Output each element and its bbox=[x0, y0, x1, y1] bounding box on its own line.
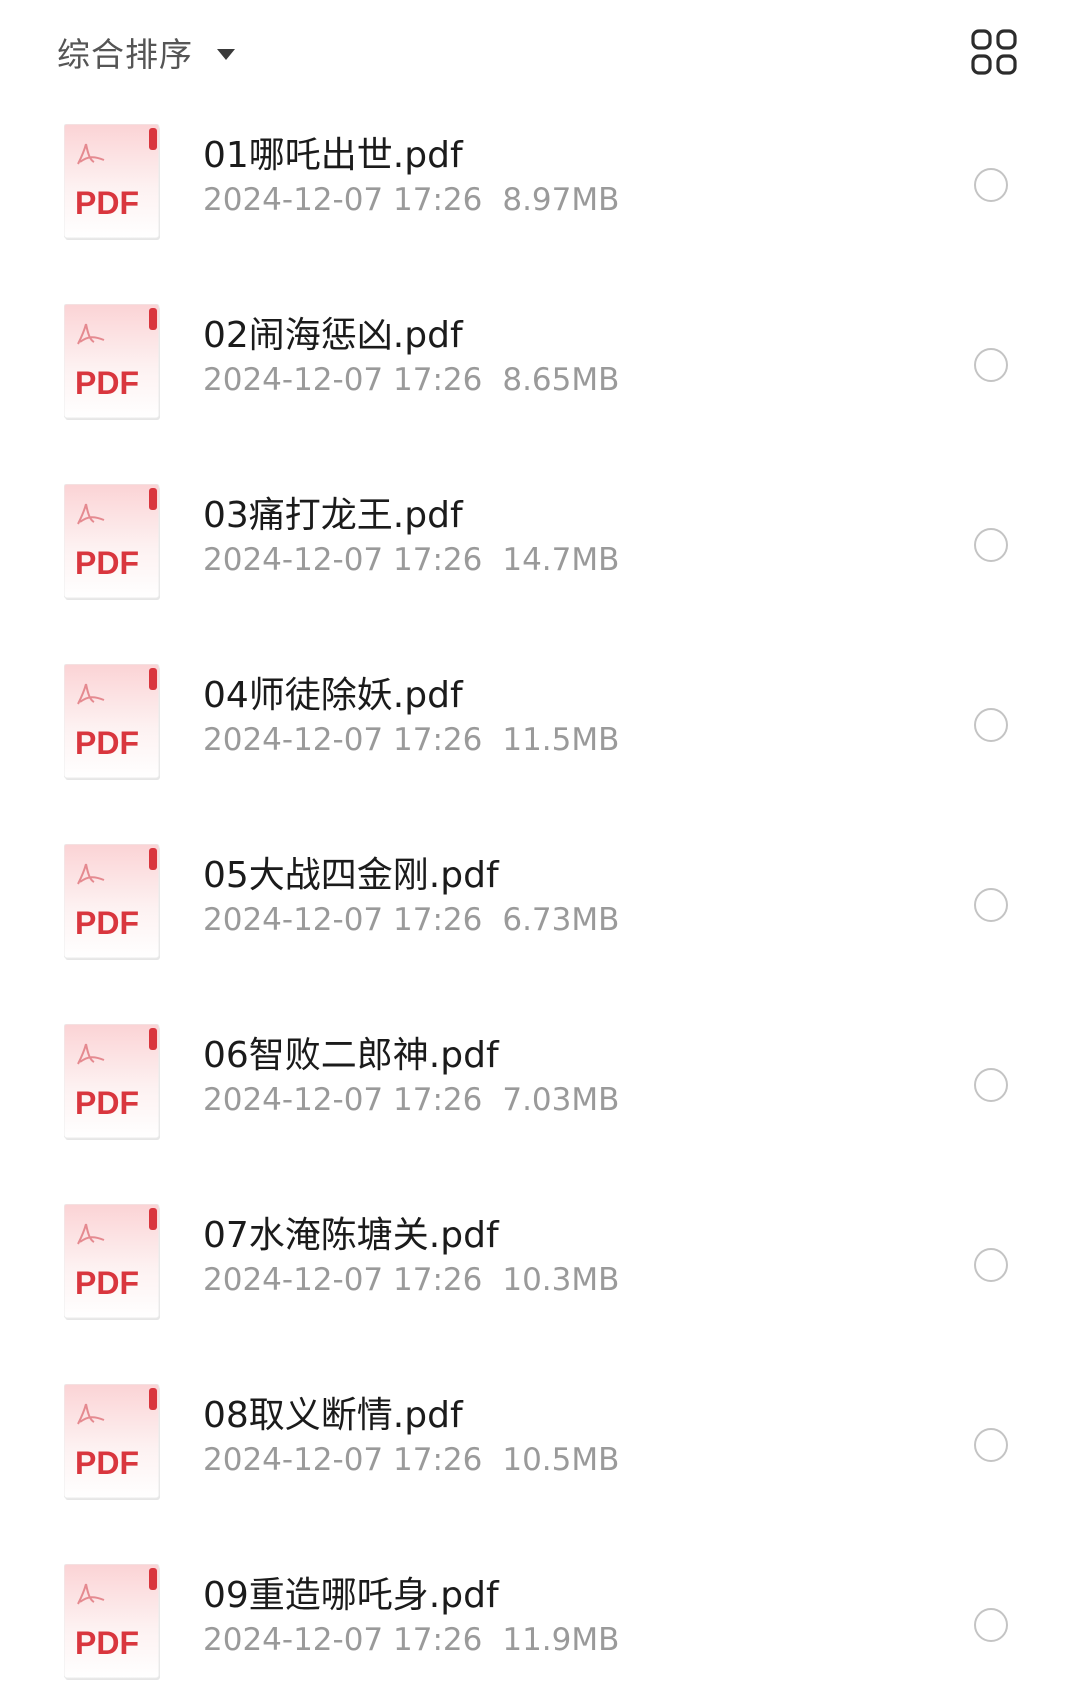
caret-down-icon bbox=[217, 48, 235, 60]
file-meta: 2024-12-07 17:26 14.7MB bbox=[203, 542, 619, 578]
select-checkbox[interactable] bbox=[974, 1068, 1008, 1102]
file-row[interactable]: PDF 07水淹陈塘关.pdf 2024-12-07 17:26 10.3MB bbox=[0, 1174, 1080, 1354]
file-meta: 2024-12-07 17:26 10.3MB bbox=[203, 1262, 619, 1298]
file-name: 01哪吒出世.pdf bbox=[203, 135, 463, 176]
file-meta: 2024-12-07 17:26 8.65MB bbox=[203, 362, 619, 398]
pdf-file-icon: PDF bbox=[64, 304, 160, 420]
file-date: 2024-12-07 17:26 bbox=[203, 362, 483, 398]
pdf-file-icon: PDF bbox=[64, 1024, 160, 1140]
file-size: 14.7MB bbox=[502, 542, 620, 578]
pdf-file-icon: PDF bbox=[64, 484, 160, 600]
sort-label: 综合排序 bbox=[57, 35, 193, 74]
file-row[interactable]: PDF 09重造哪吒身.pdf 2024-12-07 17:26 11.9MB bbox=[0, 1534, 1080, 1690]
file-date: 2024-12-07 17:26 bbox=[203, 182, 483, 218]
file-row[interactable]: PDF 08取义断情.pdf 2024-12-07 17:26 10.5MB bbox=[0, 1354, 1080, 1534]
pdf-file-icon: PDF bbox=[64, 844, 160, 960]
file-meta: 2024-12-07 17:26 10.5MB bbox=[203, 1442, 619, 1478]
file-row[interactable]: PDF 02闹海惩凶.pdf 2024-12-07 17:26 8.65MB bbox=[0, 274, 1080, 454]
pdf-type-label: PDF bbox=[75, 1265, 139, 1301]
file-row[interactable]: PDF 05大战四金刚.pdf 2024-12-07 17:26 6.73MB bbox=[0, 814, 1080, 994]
file-row[interactable]: PDF 06智败二郎神.pdf 2024-12-07 17:26 7.03MB bbox=[0, 994, 1080, 1174]
file-name: 04师徒除妖.pdf bbox=[203, 675, 463, 716]
file-size: 6.73MB bbox=[502, 902, 620, 938]
file-size: 8.65MB bbox=[502, 362, 620, 398]
pdf-type-label: PDF bbox=[75, 185, 139, 221]
file-meta: 2024-12-07 17:26 11.5MB bbox=[203, 722, 619, 758]
file-row[interactable]: PDF 04师徒除妖.pdf 2024-12-07 17:26 11.5MB bbox=[0, 634, 1080, 814]
pdf-type-label: PDF bbox=[75, 905, 139, 941]
file-name: 07水淹陈塘关.pdf bbox=[203, 1215, 499, 1256]
file-meta: 2024-12-07 17:26 8.97MB bbox=[203, 182, 619, 218]
pdf-file-icon: PDF bbox=[64, 664, 160, 780]
file-meta: 2024-12-07 17:26 11.9MB bbox=[203, 1622, 619, 1658]
pdf-file-icon: PDF bbox=[64, 1204, 160, 1320]
file-date: 2024-12-07 17:26 bbox=[203, 1262, 483, 1298]
file-row[interactable]: PDF 01哪吒出世.pdf 2024-12-07 17:26 8.97MB bbox=[0, 94, 1080, 274]
file-name: 05大战四金刚.pdf bbox=[203, 855, 499, 896]
pdf-type-label: PDF bbox=[75, 1625, 139, 1661]
file-date: 2024-12-07 17:26 bbox=[203, 902, 483, 938]
file-size: 11.9MB bbox=[502, 1622, 620, 1658]
file-date: 2024-12-07 17:26 bbox=[203, 722, 483, 758]
file-row[interactable]: PDF 03痛打龙王.pdf 2024-12-07 17:26 14.7MB bbox=[0, 454, 1080, 634]
select-checkbox[interactable] bbox=[974, 1248, 1008, 1282]
file-date: 2024-12-07 17:26 bbox=[203, 1082, 483, 1118]
file-size: 11.5MB bbox=[502, 722, 620, 758]
file-size: 8.97MB bbox=[502, 182, 620, 218]
file-name: 06智败二郎神.pdf bbox=[203, 1035, 499, 1076]
pdf-type-label: PDF bbox=[75, 725, 139, 761]
file-meta: 2024-12-07 17:26 6.73MB bbox=[203, 902, 619, 938]
select-checkbox[interactable] bbox=[974, 708, 1008, 742]
pdf-file-icon: PDF bbox=[64, 124, 160, 240]
file-name: 09重造哪吒身.pdf bbox=[203, 1575, 499, 1616]
file-size: 10.3MB bbox=[502, 1262, 620, 1298]
pdf-type-label: PDF bbox=[75, 1085, 139, 1121]
select-checkbox[interactable] bbox=[974, 168, 1008, 202]
file-list-sheet: 综合排序 PDF 01哪吒出世.pdf 2024-12-07 17:26 8.9… bbox=[0, 0, 1080, 1690]
file-date: 2024-12-07 17:26 bbox=[203, 1622, 483, 1658]
file-name: 08取义断情.pdf bbox=[203, 1395, 463, 1436]
pdf-file-icon: PDF bbox=[64, 1384, 160, 1500]
pdf-type-label: PDF bbox=[75, 365, 139, 401]
sort-dropdown[interactable]: 综合排序 bbox=[57, 30, 235, 74]
file-date: 2024-12-07 17:26 bbox=[203, 542, 483, 578]
grid-view-icon[interactable] bbox=[970, 28, 1018, 76]
pdf-type-label: PDF bbox=[75, 1445, 139, 1481]
file-name: 03痛打龙王.pdf bbox=[203, 495, 463, 536]
select-checkbox[interactable] bbox=[974, 1428, 1008, 1462]
select-checkbox[interactable] bbox=[974, 348, 1008, 382]
select-checkbox[interactable] bbox=[974, 888, 1008, 922]
select-checkbox[interactable] bbox=[974, 528, 1008, 562]
select-checkbox[interactable] bbox=[974, 1608, 1008, 1642]
file-name: 02闹海惩凶.pdf bbox=[203, 315, 463, 356]
file-date: 2024-12-07 17:26 bbox=[203, 1442, 483, 1478]
pdf-file-icon: PDF bbox=[64, 1564, 160, 1680]
file-meta: 2024-12-07 17:26 7.03MB bbox=[203, 1082, 619, 1118]
file-size: 10.5MB bbox=[502, 1442, 620, 1478]
pdf-type-label: PDF bbox=[75, 545, 139, 581]
file-size: 7.03MB bbox=[502, 1082, 620, 1118]
